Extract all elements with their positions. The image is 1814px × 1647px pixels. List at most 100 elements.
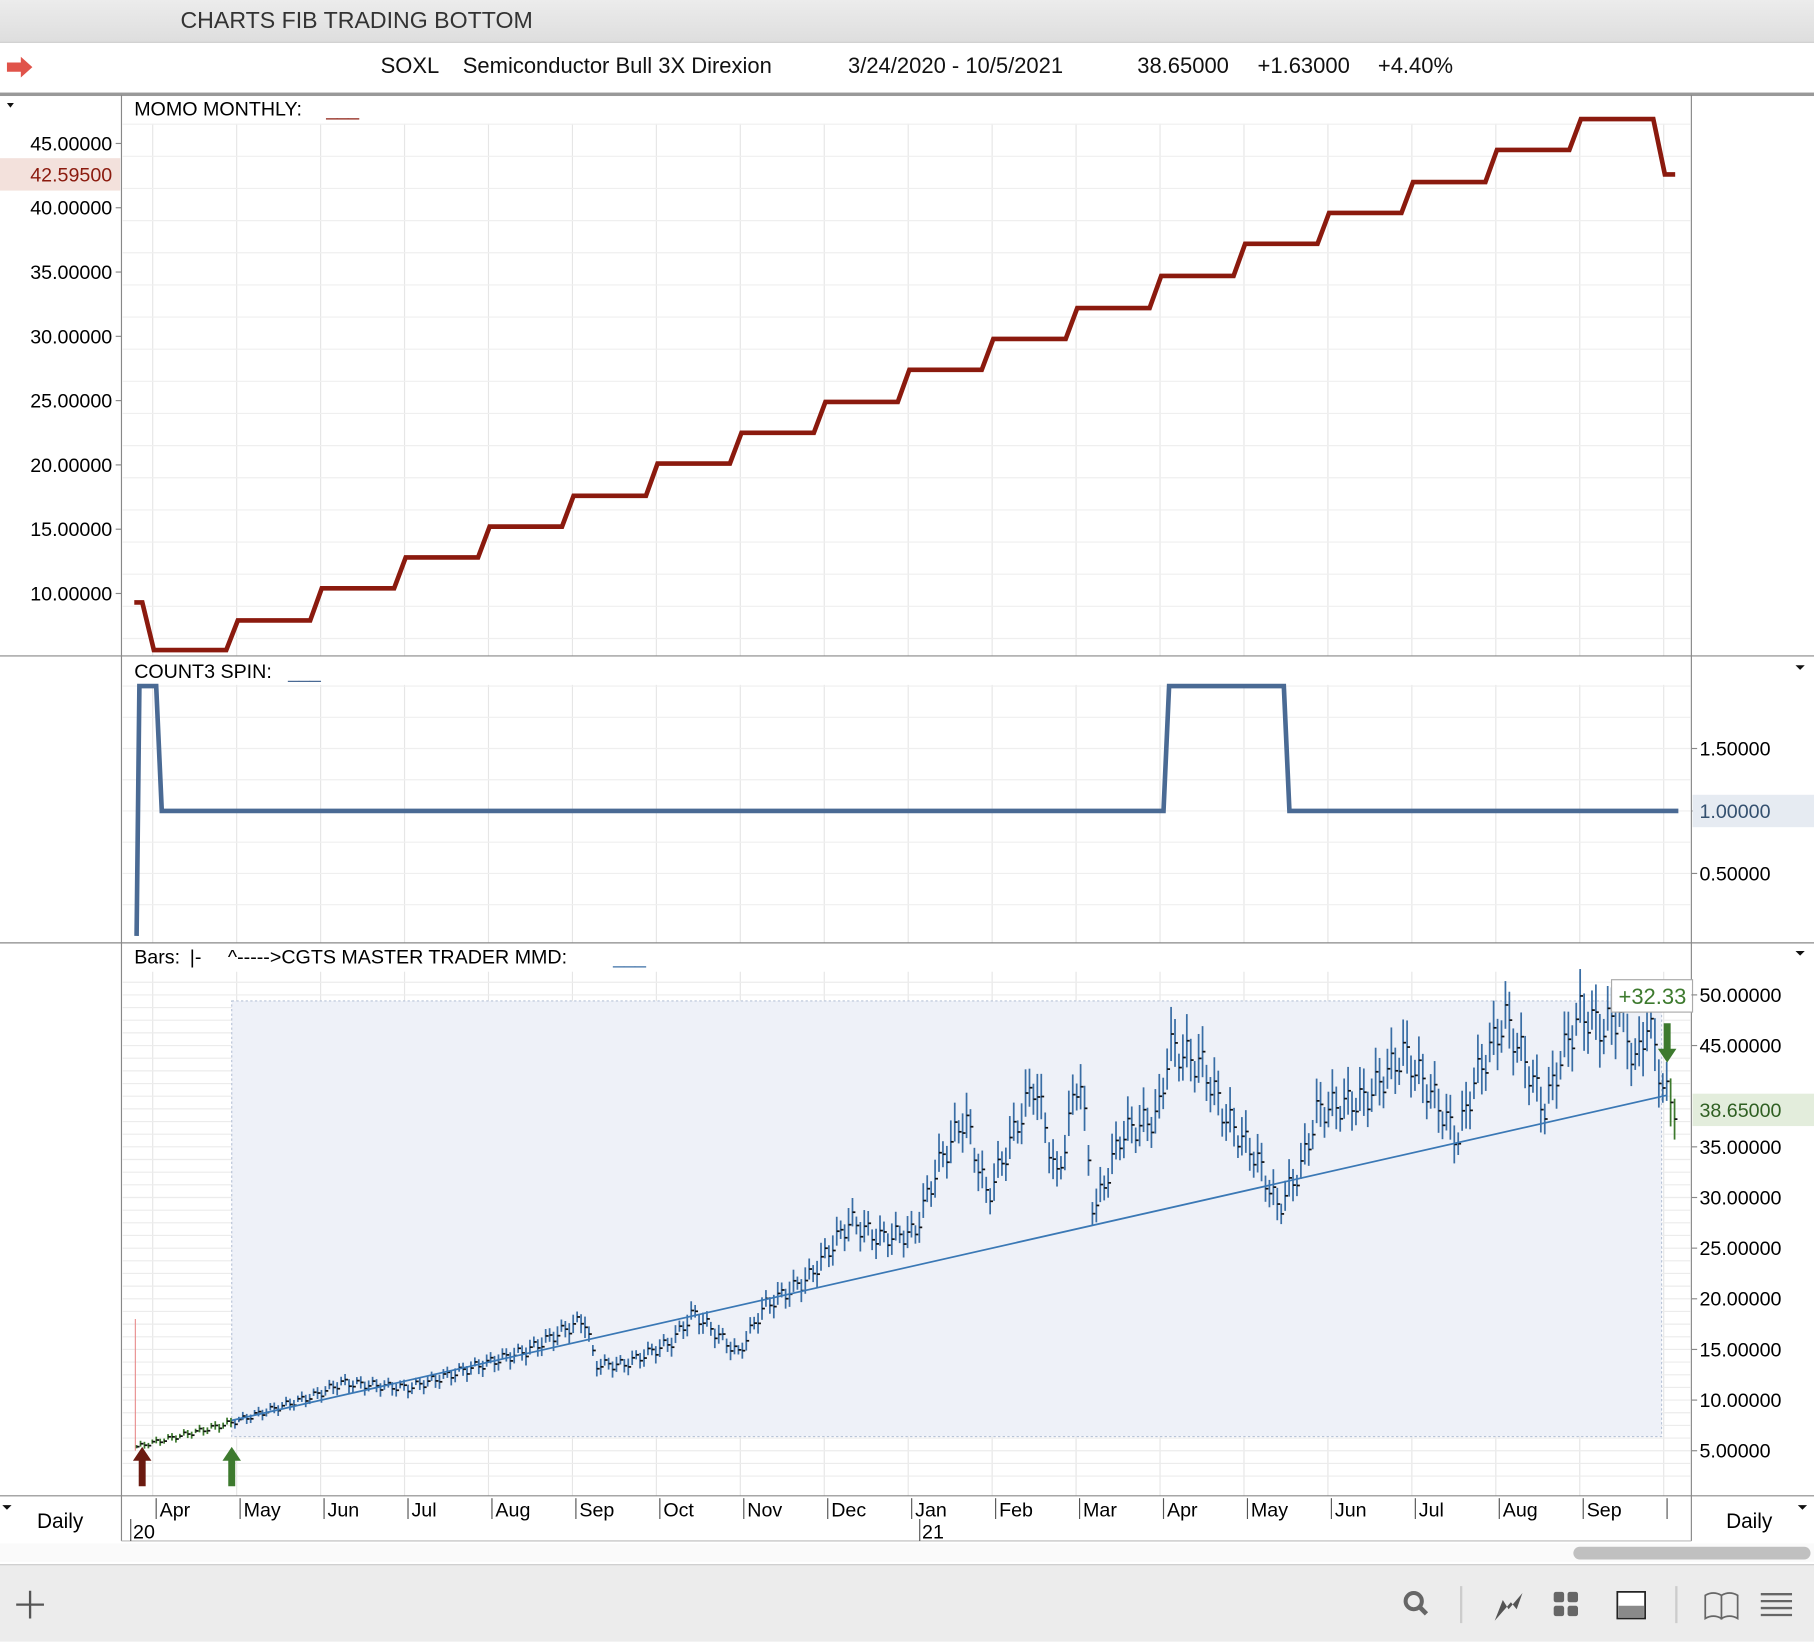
- panel-menu-icon[interactable]: [6, 102, 14, 108]
- y-axis-label: 0.50000: [1699, 863, 1770, 885]
- month-label: May: [1251, 1500, 1288, 1522]
- price-bar: [226, 1417, 230, 1425]
- y-axis-label: 50.00000: [1699, 985, 1781, 1007]
- signal-arrow-up-icon: [222, 1446, 241, 1487]
- spin-legend-mark: ___: [287, 661, 322, 683]
- chart-area[interactable]: +32.33 45.00000 40.00000 35.00000 30.00000 2…: [0, 94, 1814, 1564]
- y-axis-label: 1.50000: [1699, 738, 1770, 760]
- momo-line: [134, 116, 1676, 653]
- y-axis-label: 30.00000: [1699, 1187, 1781, 1209]
- month-label: Apr: [1167, 1500, 1198, 1522]
- indicator-title: ^----->CGTS MASTER TRADER MMD:: [228, 947, 567, 969]
- month-label: Aug: [1503, 1500, 1538, 1522]
- momo-monthly-panel: [134, 116, 1676, 653]
- title-bar: CHARTS FIB TRADING BOTTOM: [0, 0, 1814, 43]
- month-label: Jun: [328, 1500, 360, 1522]
- month-label: Oct: [663, 1500, 694, 1522]
- current-value-label: 38.65000: [1699, 1100, 1781, 1122]
- month-label: Dec: [831, 1500, 866, 1522]
- price-bar: [151, 1439, 156, 1444]
- price-bar: [143, 1441, 148, 1449]
- price-bar: [163, 1438, 168, 1444]
- month-label: Jun: [1335, 1500, 1367, 1522]
- spin-title: COUNT3 SPIN:: [134, 661, 272, 683]
- bar-style[interactable]: |-: [190, 947, 202, 969]
- price-bar: [206, 1427, 211, 1435]
- month-label: Mar: [1083, 1500, 1117, 1522]
- search-icon[interactable]: [1403, 1591, 1429, 1616]
- current-value-label: 42.59500: [30, 164, 112, 186]
- y-axis-label: 35.00000: [1699, 1137, 1781, 1159]
- y-axis-label: 15.00000: [1699, 1339, 1781, 1361]
- month-label: Feb: [999, 1500, 1033, 1522]
- panel-icon[interactable]: [1616, 1591, 1646, 1620]
- y-axis-label: 45.00000: [1699, 1035, 1781, 1057]
- price-bar: [1669, 1078, 1674, 1127]
- price-bar: [182, 1429, 187, 1436]
- price-bar: [210, 1422, 215, 1429]
- period-right[interactable]: Daily: [1726, 1510, 1773, 1533]
- period-menu-icon[interactable]: [2, 1505, 12, 1510]
- price-bar: [159, 1438, 164, 1446]
- symbol[interactable]: SOXL: [381, 54, 440, 79]
- y-axis-label: 25.00000: [30, 391, 112, 413]
- panel-menu-icon[interactable]: [1795, 665, 1805, 670]
- y-axis-label: 20.00000: [1699, 1289, 1781, 1311]
- year-label: 21: [922, 1522, 944, 1544]
- month-label: May: [244, 1500, 281, 1522]
- price-bar: [214, 1421, 219, 1430]
- signal-arrow-up-icon: [132, 1446, 152, 1487]
- price-bar: [147, 1442, 152, 1449]
- symbol-header: SOXL Semiconductor Bull 3X Direxion 3/24…: [0, 43, 1814, 97]
- price-bar: [139, 1440, 144, 1447]
- period-left[interactable]: Daily: [37, 1510, 84, 1533]
- y-axis-label: 35.00000: [30, 262, 112, 284]
- scrollbar-thumb[interactable]: [1573, 1546, 1811, 1560]
- price-bar: [171, 1433, 175, 1441]
- price-bar: [135, 1445, 140, 1449]
- month-label: Jan: [915, 1500, 947, 1522]
- month-label: Jul: [411, 1500, 436, 1522]
- scrollbar-track[interactable]: [0, 1543, 1814, 1562]
- period-menu-icon[interactable]: [1797, 1505, 1808, 1510]
- y-axis-label: 40.00000: [30, 198, 112, 220]
- time-axis[interactable]: Apr May Jun Jul Aug Sep Oct Nov Dec Jan Feb Mar Apr M…: [130, 1498, 1668, 1544]
- symbol-name: Semiconductor Bull 3X Direxion: [462, 54, 772, 79]
- month-label: Sep: [1587, 1500, 1622, 1522]
- month-label: Aug: [495, 1500, 530, 1522]
- price-bar: [167, 1434, 171, 1440]
- y-axis-label: 10.00000: [30, 583, 112, 605]
- y-axis-label: 15.00000: [30, 519, 112, 541]
- indicator-legend-mark: ___: [612, 947, 647, 969]
- month-label: Jul: [1419, 1500, 1444, 1522]
- date-range[interactable]: 3/24/2020 - 10/5/2021: [848, 54, 1063, 79]
- price-bar: [1673, 1098, 1678, 1140]
- book-icon[interactable]: [1704, 1592, 1739, 1620]
- price-bar: [222, 1422, 227, 1429]
- momo-title: MOMO MONTHLY:: [134, 99, 302, 121]
- year-label: 20: [133, 1522, 155, 1544]
- grid-icon[interactable]: [1553, 1591, 1578, 1617]
- menu-icon[interactable]: [1760, 1593, 1793, 1617]
- count3-spin-panel: [134, 683, 1679, 936]
- last-price: 38.65000: [1137, 54, 1229, 79]
- y-axis-label: 45.00000: [30, 133, 112, 155]
- chart-line-icon[interactable]: [1494, 1593, 1523, 1621]
- price-bar: [194, 1428, 199, 1434]
- bars-title: Bars:: [134, 947, 180, 969]
- price-bar: [186, 1429, 191, 1439]
- y-axis-label: 10.00000: [1699, 1390, 1781, 1412]
- current-value-label: 1.00000: [1699, 801, 1770, 823]
- month-label: Sep: [579, 1500, 614, 1522]
- arrow-right-icon[interactable]: [5, 53, 35, 81]
- price-change-pct: +4.40%: [1377, 54, 1454, 79]
- momo-legend-mark: ___: [325, 99, 360, 121]
- gain-label: +32.33: [1618, 984, 1686, 1009]
- month-label: Apr: [160, 1500, 191, 1522]
- price-bar: [202, 1427, 207, 1436]
- y-axis-label: 25.00000: [1699, 1238, 1781, 1260]
- add-icon[interactable]: [16, 1590, 44, 1619]
- panel-menu-icon[interactable]: [1795, 950, 1805, 956]
- y-axis-label: 20.00000: [30, 455, 112, 477]
- chart-window: CHARTS FIB TRADING BOTTOM SOXL Semicondu…: [0, 0, 1814, 1642]
